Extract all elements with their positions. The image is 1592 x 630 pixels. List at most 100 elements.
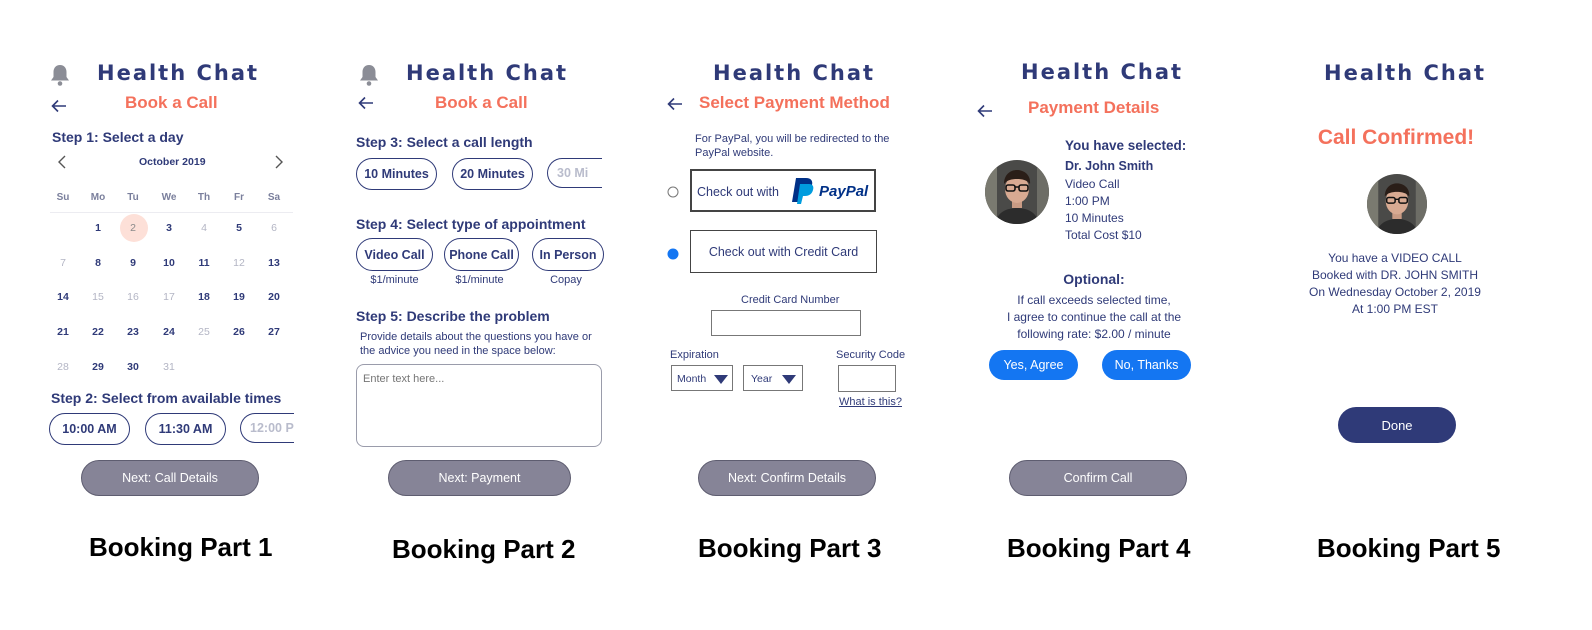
expiration-label: Expiration [670, 349, 719, 361]
step-1-heading: Step 1: Select a day [52, 129, 184, 145]
step-4-heading: Step 4: Select type of appointment [356, 216, 586, 232]
dropdown-caret-icon [782, 375, 796, 384]
radio-icon-selected[interactable] [667, 248, 679, 260]
weekday-label: We [161, 192, 177, 203]
call-length-option[interactable]: 10 Minutes [356, 158, 437, 190]
radio-icon[interactable] [667, 186, 679, 198]
type-video-call[interactable]: Video Call [356, 238, 433, 271]
next-call-details-button[interactable]: Next: Call Details [81, 460, 259, 496]
detail-line: Total Cost $10 [1065, 228, 1142, 242]
detail-line: Video Call [1065, 177, 1120, 191]
doctor-avatar [985, 160, 1049, 224]
time-slot[interactable]: 10:00 AM [49, 413, 130, 445]
caption: Booking Part 5 [1317, 533, 1501, 563]
calendar-day[interactable]: 23 [121, 326, 145, 338]
security-code-input[interactable] [838, 365, 896, 392]
calendar-day[interactable]: 10 [157, 257, 181, 269]
what-is-this-link[interactable]: What is this? [839, 396, 902, 408]
back-arrow-icon[interactable] [358, 96, 374, 110]
caption: Booking Part 3 [698, 533, 882, 563]
doctor-name: Dr. John Smith [1065, 159, 1154, 173]
calendar-day[interactable]: 30 [121, 361, 145, 373]
month-select[interactable]: Month [671, 365, 733, 391]
description-hint: the advice you need in the space below: [360, 345, 556, 357]
calendar-day[interactable]: 13 [262, 257, 286, 269]
card-number-input[interactable] [711, 310, 861, 336]
step-3-heading: Step 3: Select a call length [356, 134, 533, 150]
calendar-day: 4 [201, 222, 207, 234]
optional-line: If call exceeds selected time, [1017, 293, 1171, 307]
paypal-option-label: Check out with [697, 185, 779, 199]
app-title: Health Chat [713, 61, 876, 85]
time-slot-partial[interactable]: 12:00 P [240, 413, 294, 443]
call-length-option-partial[interactable]: 30 Mi [547, 158, 602, 188]
calendar-day[interactable]: 9 [121, 257, 145, 269]
year-select-label: Year [751, 373, 773, 385]
calendar-day[interactable]: 3 [157, 222, 181, 234]
page-subtitle: Select Payment Method [699, 93, 890, 112]
step-2-heading: Step 2: Select from available times [51, 390, 282, 406]
confirm-call-button[interactable]: Confirm Call [1009, 460, 1187, 496]
paypal-logo: PayPal [790, 176, 868, 206]
next-confirm-details-button[interactable]: Next: Confirm Details [698, 460, 876, 496]
paypal-option[interactable]: Check out with PayPal [690, 169, 876, 212]
decline-button[interactable]: No, Thanks [1102, 350, 1191, 380]
description-hint: Provide details about the questions you … [360, 331, 592, 343]
problem-textarea[interactable] [356, 364, 602, 447]
calendar-day[interactable]: 21 [51, 326, 75, 338]
caption: Booking Part 1 [89, 532, 273, 562]
calendar-day[interactable]: 22 [86, 326, 110, 338]
detail-line: 10 Minutes [1065, 211, 1124, 225]
calendar-day[interactable]: 18 [192, 291, 216, 303]
calendar-day-selected[interactable]: 2 [121, 222, 145, 234]
caption: Booking Part 4 [1007, 533, 1191, 563]
calendar-divider [50, 212, 293, 213]
bell-icon[interactable] [358, 63, 380, 87]
optional-heading: Optional: [1063, 271, 1125, 287]
calendar-day[interactable]: 8 [86, 257, 110, 269]
credit-card-label: Check out with Credit Card [708, 244, 859, 259]
weekday-label: Fr [234, 192, 244, 203]
app-title: Health Chat [406, 61, 569, 85]
calendar-day[interactable]: 11 [192, 257, 216, 269]
back-arrow-icon[interactable] [667, 97, 683, 111]
confirmation-line: On Wednesday October 2, 2019 [1309, 285, 1481, 299]
security-code-label: Security Code [836, 349, 906, 361]
credit-card-option[interactable]: Check out with Credit Card [690, 230, 877, 273]
agree-button[interactable]: Yes, Agree [989, 350, 1078, 380]
calendar-day: 31 [163, 361, 175, 373]
calendar-day[interactable]: 27 [262, 326, 286, 338]
time-slot[interactable]: 11:30 AM [145, 413, 226, 445]
time-slot-label: 12:00 P [250, 421, 294, 435]
back-arrow-icon[interactable] [51, 99, 67, 113]
chevron-left-icon[interactable] [57, 155, 67, 169]
calendar-day[interactable]: 14 [51, 291, 75, 303]
calendar-day: 12 [233, 257, 245, 269]
paypal-brand: PayPal [819, 182, 869, 200]
selected-heading: You have selected: [1065, 138, 1187, 153]
bell-icon[interactable] [49, 63, 71, 87]
calendar-day[interactable]: 20 [262, 291, 286, 303]
type-phone-call[interactable]: Phone Call [444, 238, 519, 271]
calendar-day: 17 [163, 291, 175, 303]
calendar-day[interactable]: 19 [227, 291, 251, 303]
paypal-note: For PayPal, you will be redirected to th… [695, 133, 890, 145]
type-price: Copay [550, 274, 582, 286]
call-length-option[interactable]: 20 Minutes [452, 158, 533, 190]
year-select[interactable]: Year [743, 365, 803, 391]
calendar-day[interactable]: 26 [227, 326, 251, 338]
month-select-label: Month [677, 373, 707, 385]
calendar-day[interactable]: 29 [86, 361, 110, 373]
calendar-day: 7 [60, 257, 66, 269]
weekday-label: Th [197, 192, 211, 203]
type-in-person[interactable]: In Person [532, 238, 604, 271]
chevron-right-icon[interactable] [274, 155, 284, 169]
calendar-day[interactable]: 5 [227, 222, 251, 234]
done-button[interactable]: Done [1338, 407, 1456, 443]
calendar-day[interactable]: 24 [157, 326, 181, 338]
optional-line: I agree to continue the call at the [1006, 310, 1182, 324]
back-arrow-icon[interactable] [977, 104, 993, 118]
paypal-note: PayPal website. [695, 147, 774, 159]
next-payment-button[interactable]: Next: Payment [388, 460, 571, 496]
calendar-day[interactable]: 1 [86, 222, 110, 234]
